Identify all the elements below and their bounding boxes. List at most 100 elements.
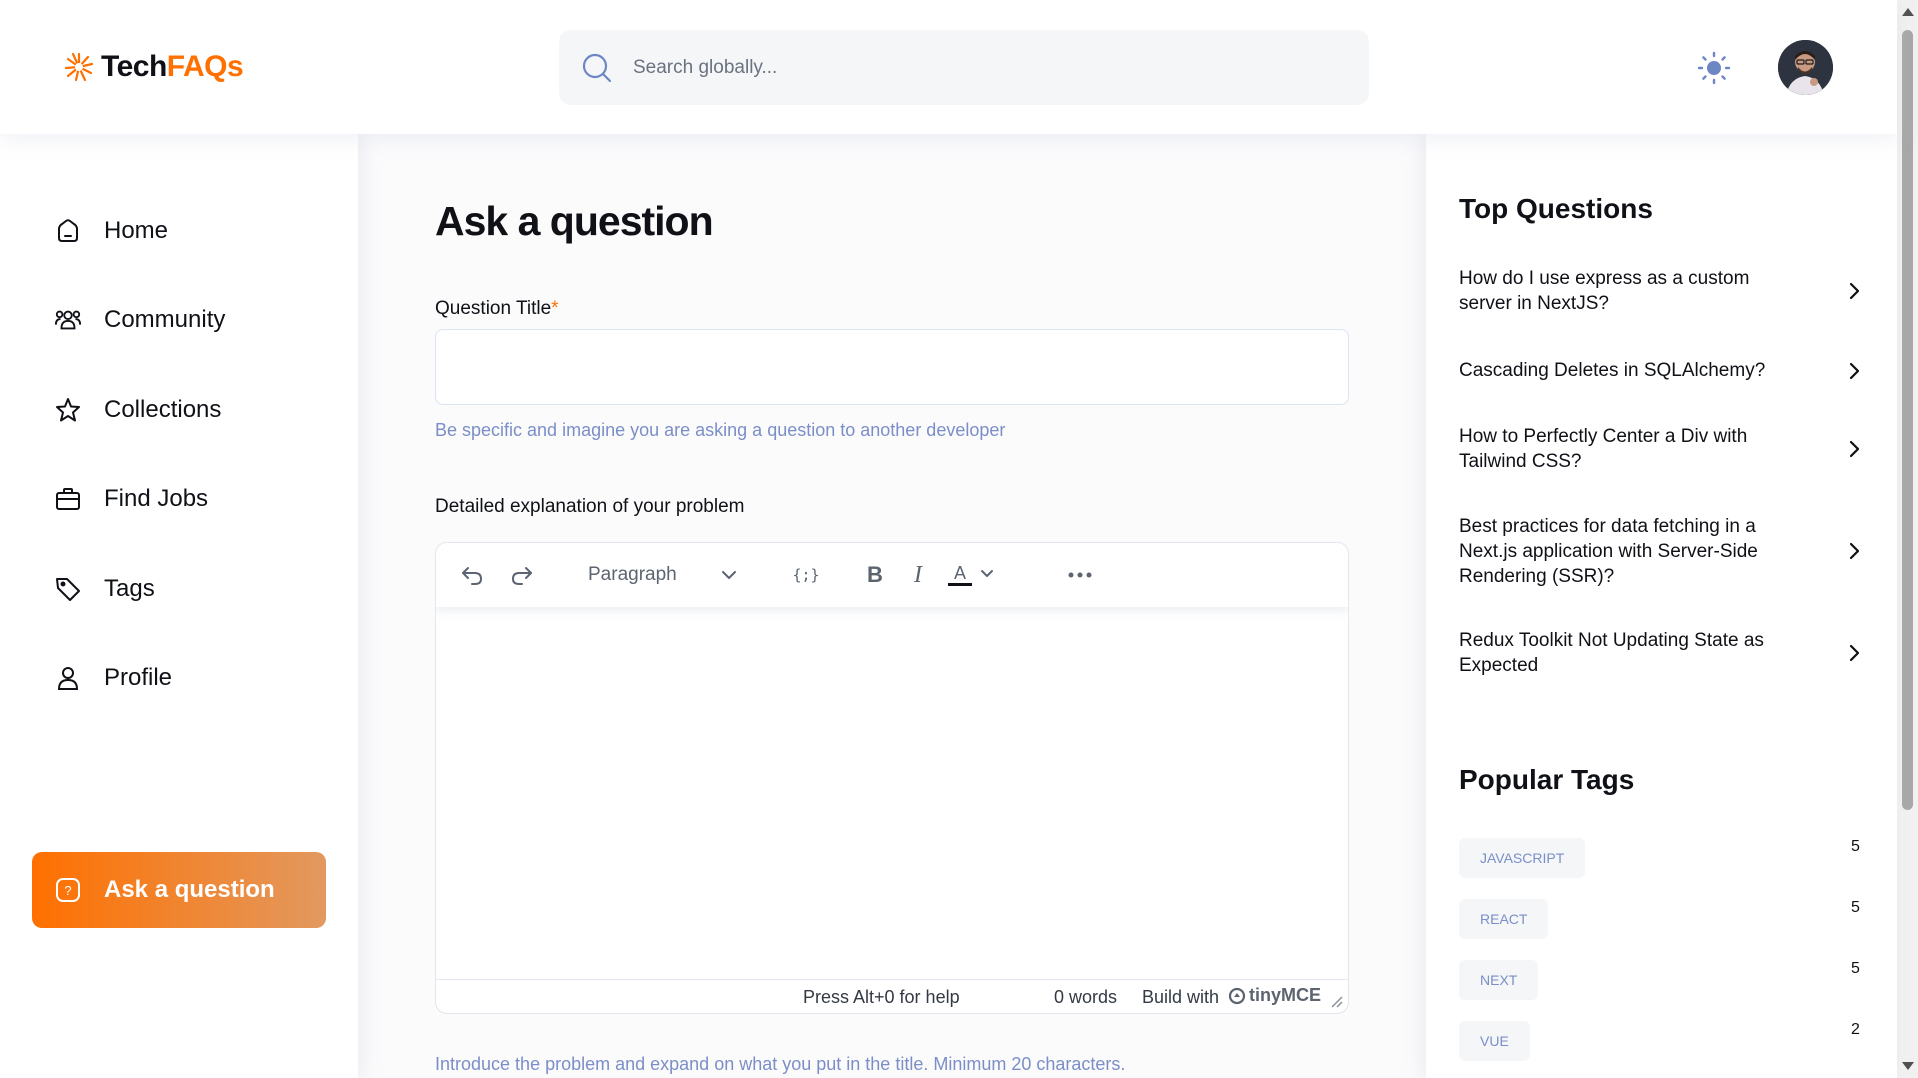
question-title-label: Question Title* <box>435 298 559 320</box>
svg-text:B: B <box>867 562 883 587</box>
top-navbar: TechFAQs <box>0 0 1897 134</box>
right-sidebar: Top Questions How do I use express as a … <box>1426 134 1897 1078</box>
svg-text:A: A <box>954 563 966 583</box>
redo-icon <box>511 567 532 585</box>
text-color-icon: A <box>948 563 993 586</box>
top-question-item[interactable]: Cascading Deletes in SQLAlchemy? <box>1459 358 1860 383</box>
sidebar-item-label: Profile <box>104 664 173 691</box>
sun-icon[interactable] <box>1696 50 1732 86</box>
tag-badge[interactable]: NEXT <box>1459 960 1539 1000</box>
svg-text:{;}: {;} <box>792 566 819 584</box>
left-sidebar: Home Community Collections Find Jobs Tag… <box>0 134 358 1078</box>
question-title-label-text: Question Title <box>435 298 552 319</box>
top-question-item[interactable]: Redux Toolkit Not Updating State as Expe… <box>1459 628 1860 678</box>
sidebar-item-label: Ask a question <box>104 876 275 903</box>
tag-badge[interactable]: REACT <box>1459 899 1549 939</box>
brand-name-part2: FAQs <box>166 50 244 83</box>
required-mark: * <box>551 298 559 319</box>
italic-button[interactable]: I <box>906 561 930 589</box>
page-scrollbar[interactable] <box>1897 0 1918 1078</box>
sidebar-item-label: Home <box>104 217 169 244</box>
undo-icon <box>462 567 483 585</box>
block-format-value: Paragraph <box>588 564 677 585</box>
brand-name-part1: Tech <box>101 50 167 83</box>
brand-name: TechFAQs <box>101 50 244 84</box>
status-help-text: Press Alt+0 for help <box>803 987 960 1007</box>
editor-toolbar: Paragraph {;} B I A <box>436 543 1348 607</box>
brand-logo[interactable]: TechFAQs <box>63 50 244 84</box>
top-question-text: Cascading Deletes in SQLAlchemy? <box>1459 360 1766 381</box>
sidebar-item-home[interactable]: Home <box>32 193 326 269</box>
users-icon <box>54 306 82 334</box>
sidebar-item-tags[interactable]: Tags <box>32 551 326 627</box>
sidebar-item-label: Tags <box>104 575 155 602</box>
redo-button[interactable] <box>508 561 536 589</box>
chevron-right-icon <box>1849 282 1860 300</box>
more-horizontal-icon <box>1068 572 1092 578</box>
svg-text:?: ? <box>64 883 71 898</box>
italic-icon: I <box>913 562 923 588</box>
search-input[interactable] <box>633 30 1333 105</box>
top-question-item[interactable]: Best practices for data fetching in a Ne… <box>1459 514 1860 589</box>
scrollbar-thumb[interactable] <box>1902 30 1913 810</box>
tinymce-icon <box>1228 987 1246 1004</box>
popular-tags-heading: Popular Tags <box>1459 764 1635 795</box>
code-sample-button[interactable]: {;} <box>791 561 821 589</box>
top-question-text: Best practices for data fetching in a Ne… <box>1459 516 1758 587</box>
tag-count: 5 <box>1851 899 1860 916</box>
briefcase-icon <box>54 485 82 513</box>
chevron-down-icon <box>722 571 736 579</box>
top-question-item[interactable]: How do I use express as a custom server … <box>1459 266 1860 316</box>
question-title-hint: Be specific and imagine you are asking a… <box>435 420 1006 440</box>
word-count[interactable]: 0 words <box>1054 987 1117 1008</box>
text-color-button[interactable]: A <box>948 561 1006 589</box>
top-questions-heading: Top Questions <box>1459 193 1653 224</box>
chevron-right-icon <box>1849 440 1860 458</box>
top-question-text: How do I use express as a custom server … <box>1459 268 1750 314</box>
search-icon <box>582 53 612 83</box>
top-question-text: Redux Toolkit Not Updating State as Expe… <box>1459 630 1764 676</box>
editor-content-area[interactable] <box>436 607 1348 977</box>
chevron-right-icon <box>1849 644 1860 662</box>
tinymce-brand: tinyMCE <box>1249 985 1321 1005</box>
tag-icon <box>54 575 82 603</box>
sidebar-item-collections[interactable]: Collections <box>32 372 326 448</box>
sidebar-item-find-jobs[interactable]: Find Jobs <box>32 461 326 537</box>
build-with-label: Build with <box>1142 987 1220 1007</box>
global-search <box>559 30 1369 105</box>
editor-status-bar: Press Alt+0 for help 0 words Build with … <box>436 979 1348 1013</box>
bold-icon: B <box>867 562 883 587</box>
page-title: Ask a question <box>435 198 714 244</box>
logo-burst-icon <box>64 52 94 82</box>
tag-count: 5 <box>1851 960 1860 977</box>
user-icon <box>54 664 82 692</box>
main-content: Ask a question Question Title* Be specif… <box>358 134 1426 1078</box>
tag-badge[interactable]: JAVASCRIPT <box>1459 838 1586 878</box>
top-question-text: How to Perfectly Center a Div with Tailw… <box>1459 426 1748 472</box>
chevron-right-icon <box>1849 362 1860 380</box>
scroll-down-arrow-icon[interactable] <box>1902 1062 1914 1070</box>
code-braces-icon: {;} <box>792 566 819 584</box>
block-format-select[interactable]: Paragraph <box>588 561 738 589</box>
more-options-button[interactable] <box>1066 561 1094 589</box>
question-title-input[interactable] <box>435 329 1349 405</box>
explanation-hint: Introduce the problem and expand on what… <box>435 1054 1126 1074</box>
svg-text:I: I <box>913 562 923 588</box>
tag-badge[interactable]: VUE <box>1459 1021 1530 1061</box>
tag-count: 5 <box>1851 838 1860 855</box>
resize-handle-icon[interactable] <box>1329 994 1343 1008</box>
sidebar-item-community[interactable]: Community <box>32 282 326 358</box>
sidebar-item-ask-question[interactable]: ? Ask a question <box>32 852 326 928</box>
star-icon <box>54 396 82 424</box>
tinymce-logo[interactable]: tinyMCE <box>1228 985 1321 1006</box>
sidebar-item-profile[interactable]: Profile <box>32 640 326 716</box>
question-icon: ? <box>54 876 82 904</box>
scroll-up-arrow-icon[interactable] <box>1902 8 1914 16</box>
avatar[interactable] <box>1778 40 1833 95</box>
sidebar-item-label: Find Jobs <box>104 485 209 512</box>
bold-button[interactable]: B <box>861 561 889 589</box>
undo-button[interactable] <box>458 561 486 589</box>
top-question-item[interactable]: How to Perfectly Center a Div with Tailw… <box>1459 424 1860 474</box>
rich-text-editor: Paragraph {;} B I A Press Alt+0 for help… <box>435 542 1349 1014</box>
home-icon <box>54 217 82 245</box>
